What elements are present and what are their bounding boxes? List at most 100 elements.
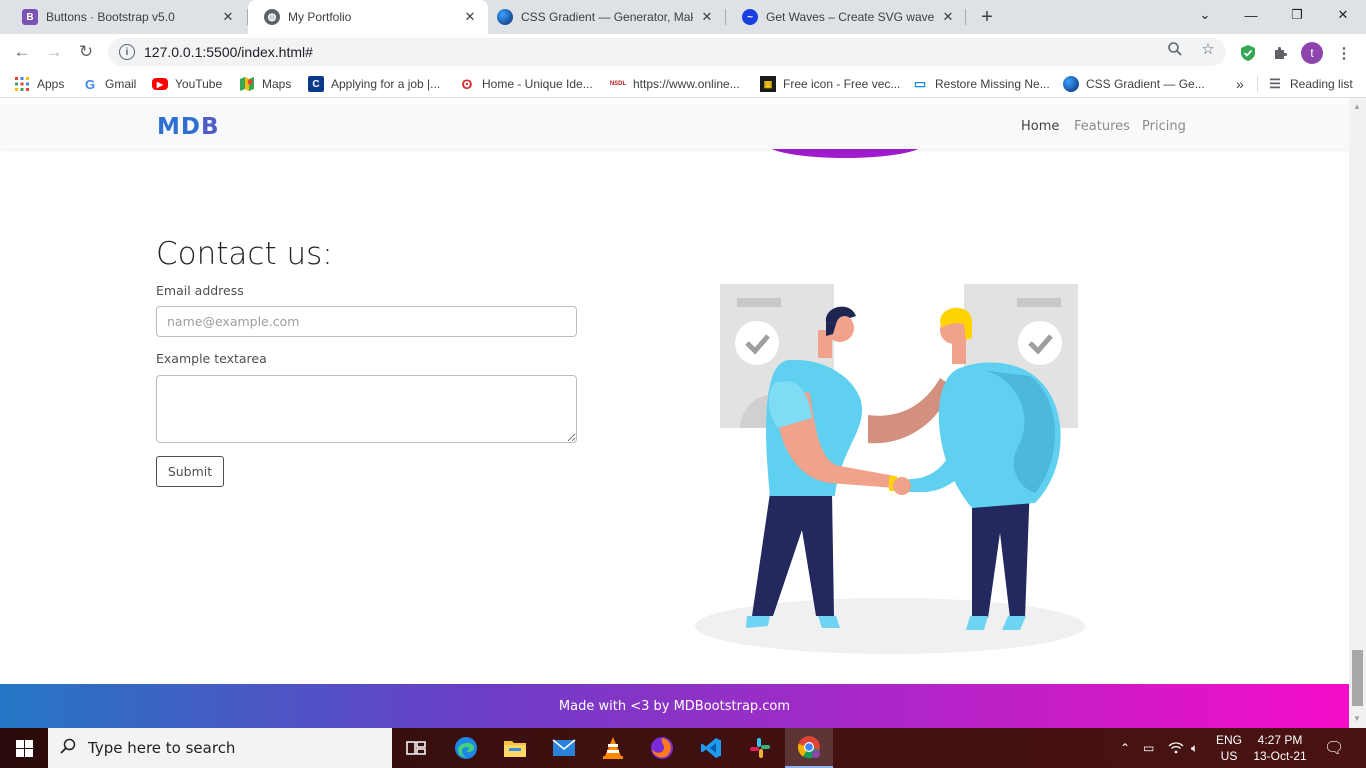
notifications-icon[interactable]: 🗨︎ [1324, 728, 1344, 768]
menu-kebab-icon[interactable]: ⋮ [1333, 42, 1355, 64]
vlc-icon[interactable] [589, 728, 637, 768]
handshake-illustration [690, 278, 1100, 663]
google-icon: G [84, 76, 96, 92]
reading-list-icon: ☰ [1269, 76, 1281, 91]
bookmark-css-gradient[interactable]: CSS Gradient — Ge... [1063, 75, 1205, 93]
address-bar[interactable]: i 127.0.0.1:5500/index.html# [108, 38, 1226, 66]
tab-my-portfolio[interactable]: ◍ My Portfolio ✕ [248, 0, 488, 34]
reload-icon[interactable]: ↻ [73, 39, 99, 65]
taskbar-search-placeholder: Type here to search [88, 739, 236, 757]
back-arrow-icon[interactable]: ← [9, 39, 35, 65]
nav-pricing[interactable]: Pricing [1142, 119, 1186, 134]
bookmark-restore-missing[interactable]: ▭ Restore Missing Ne... [912, 75, 1050, 93]
volume-icon[interactable]: 🔈︎ [1191, 728, 1198, 768]
bookmark-applying-for-a-job[interactable]: C Applying for a job |... [308, 75, 440, 93]
email-label: Email address [156, 283, 244, 298]
vscode-icon[interactable] [687, 728, 735, 768]
close-tab-icon[interactable]: ✕ [940, 9, 956, 25]
bookmarks-divider [1257, 76, 1258, 92]
brand-logo[interactable]: MDB [157, 114, 220, 140]
zoom-icon[interactable] [1166, 40, 1184, 58]
cssgradient-icon [1063, 76, 1079, 92]
tab-css-gradient[interactable]: CSS Gradient — Generator, Make ✕ [481, 0, 725, 34]
slack-icon[interactable] [736, 728, 784, 768]
show-hidden-icons-chevron[interactable]: ⌃ [1120, 728, 1130, 768]
bookmark-maps[interactable]: Maps [239, 75, 291, 93]
brand-logo-text: MD [157, 114, 201, 140]
scrollbar-thumb[interactable] [1352, 650, 1363, 706]
file-explorer-icon[interactable] [491, 728, 539, 768]
bookmark-label: Home - Unique Ide... [482, 77, 593, 91]
page-scrollbar[interactable]: ▲ ▼ [1349, 98, 1366, 728]
submit-button[interactable]: Submit [156, 456, 224, 487]
tab-title: Get Waves – Create SVG waves fo [766, 10, 934, 24]
windows-taskbar: Type here to search ⌃ ▭ 🔈︎ ENG US 4:27 P… [0, 728, 1366, 768]
maps-icon [239, 76, 255, 92]
input-language-indicator[interactable]: ENG US [1216, 732, 1242, 764]
bookmark-star-icon[interactable]: ☆ [1199, 40, 1217, 58]
site-info-icon[interactable]: i [119, 44, 135, 60]
tab-bootstrap[interactable]: B Buttons · Bootstrap v5.0 ✕ [6, 0, 246, 34]
lang-line-2: US [1220, 749, 1238, 763]
browser-toolbar: ← → ↻ i 127.0.0.1:5500/index.html# ☆ t ⋮ [0, 34, 1366, 70]
tab-title: My Portfolio [288, 10, 352, 24]
reading-list-button[interactable]: ☰ Reading list [1267, 75, 1353, 93]
start-button[interactable] [0, 728, 48, 768]
tab-search-icon[interactable]: ⌄ [1182, 0, 1228, 30]
nsdl-icon: NSDL [609, 81, 627, 87]
bookmark-nsdl[interactable]: NSDL https://www.online... [610, 75, 740, 93]
bookmark-free-icon[interactable]: ▦ Free icon - Free vec... [760, 75, 900, 93]
bookmark-apps[interactable]: Apps [14, 75, 64, 93]
firefox-icon[interactable] [638, 728, 686, 768]
site-footer: Made with <3 by MDBootstrap.com [0, 684, 1349, 728]
scroll-up-arrow-icon[interactable]: ▲ [1353, 102, 1361, 111]
task-view-icon[interactable] [392, 728, 440, 768]
restore-button[interactable]: ❐ [1274, 0, 1320, 30]
close-tab-icon[interactable]: ✕ [220, 9, 236, 25]
bookmark-label: Gmail [105, 77, 137, 91]
close-window-button[interactable]: ✕ [1320, 0, 1366, 30]
forward-arrow-icon[interactable]: → [41, 39, 67, 65]
address-url[interactable]: 127.0.0.1:5500/index.html# [144, 44, 313, 60]
globe-icon: ◍ [264, 9, 280, 25]
tab-strip: B Buttons · Bootstrap v5.0 ✕ ◍ My Portfo… [0, 0, 1366, 34]
close-tab-icon[interactable]: ✕ [699, 9, 715, 25]
minimize-button[interactable]: — [1228, 0, 1274, 30]
reading-list-label: Reading list [1290, 77, 1353, 91]
freeicon-icon: ▦ [760, 76, 776, 92]
bookmark-label: Maps [262, 77, 292, 91]
site-navbar: MDB Home Features Pricing [0, 104, 1349, 149]
nav-features[interactable]: Features [1074, 119, 1130, 134]
chrome-icon[interactable] [785, 728, 833, 768]
bookmarks-overflow-chevron[interactable]: » [1236, 75, 1244, 93]
taskbar-search-box[interactable]: Type here to search [48, 728, 392, 768]
mail-icon[interactable] [540, 728, 588, 768]
tab-get-waves[interactable]: ~ Get Waves – Create SVG waves fo ✕ [726, 0, 966, 34]
edge-icon[interactable] [442, 728, 490, 768]
lang-line-1: ENG [1216, 733, 1243, 747]
battery-icon[interactable]: ▭ [1143, 728, 1154, 768]
message-textarea[interactable] [156, 375, 577, 443]
new-tab-button[interactable]: + [975, 5, 999, 29]
bookmark-youtube[interactable]: ▶ YouTube [152, 75, 222, 93]
page-viewport: MDB Home Features Pricing Contact us: Em… [0, 98, 1349, 728]
scroll-down-arrow-icon[interactable]: ▼ [1353, 714, 1361, 723]
close-tab-icon[interactable]: ✕ [462, 9, 478, 25]
bookmark-unique-ideas[interactable]: ʘ Home - Unique Ide... [459, 75, 593, 93]
extensions-puzzle-icon[interactable] [1269, 42, 1291, 64]
windows-logo-icon [15, 739, 33, 757]
getwaves-icon: ~ [742, 9, 758, 25]
bookmark-label: Applying for a job |... [331, 77, 441, 91]
bookmark-gmail[interactable]: G Gmail [82, 75, 136, 93]
c-icon: C [308, 76, 324, 92]
wifi-icon[interactable] [1168, 728, 1184, 768]
email-field[interactable] [156, 306, 577, 337]
tab-title: Buttons · Bootstrap v5.0 [46, 10, 175, 24]
bookmark-label: Free icon - Free vec... [783, 77, 901, 91]
bookmark-label: https://www.online... [633, 77, 740, 91]
taskbar-clock[interactable]: 4:27 PM 13-Oct-21 [1252, 732, 1308, 764]
shield-extension-icon[interactable] [1237, 42, 1259, 64]
nav-home[interactable]: Home [1021, 119, 1059, 134]
clock-time: 4:27 PM [1257, 733, 1303, 747]
profile-avatar[interactable]: t [1301, 42, 1323, 64]
